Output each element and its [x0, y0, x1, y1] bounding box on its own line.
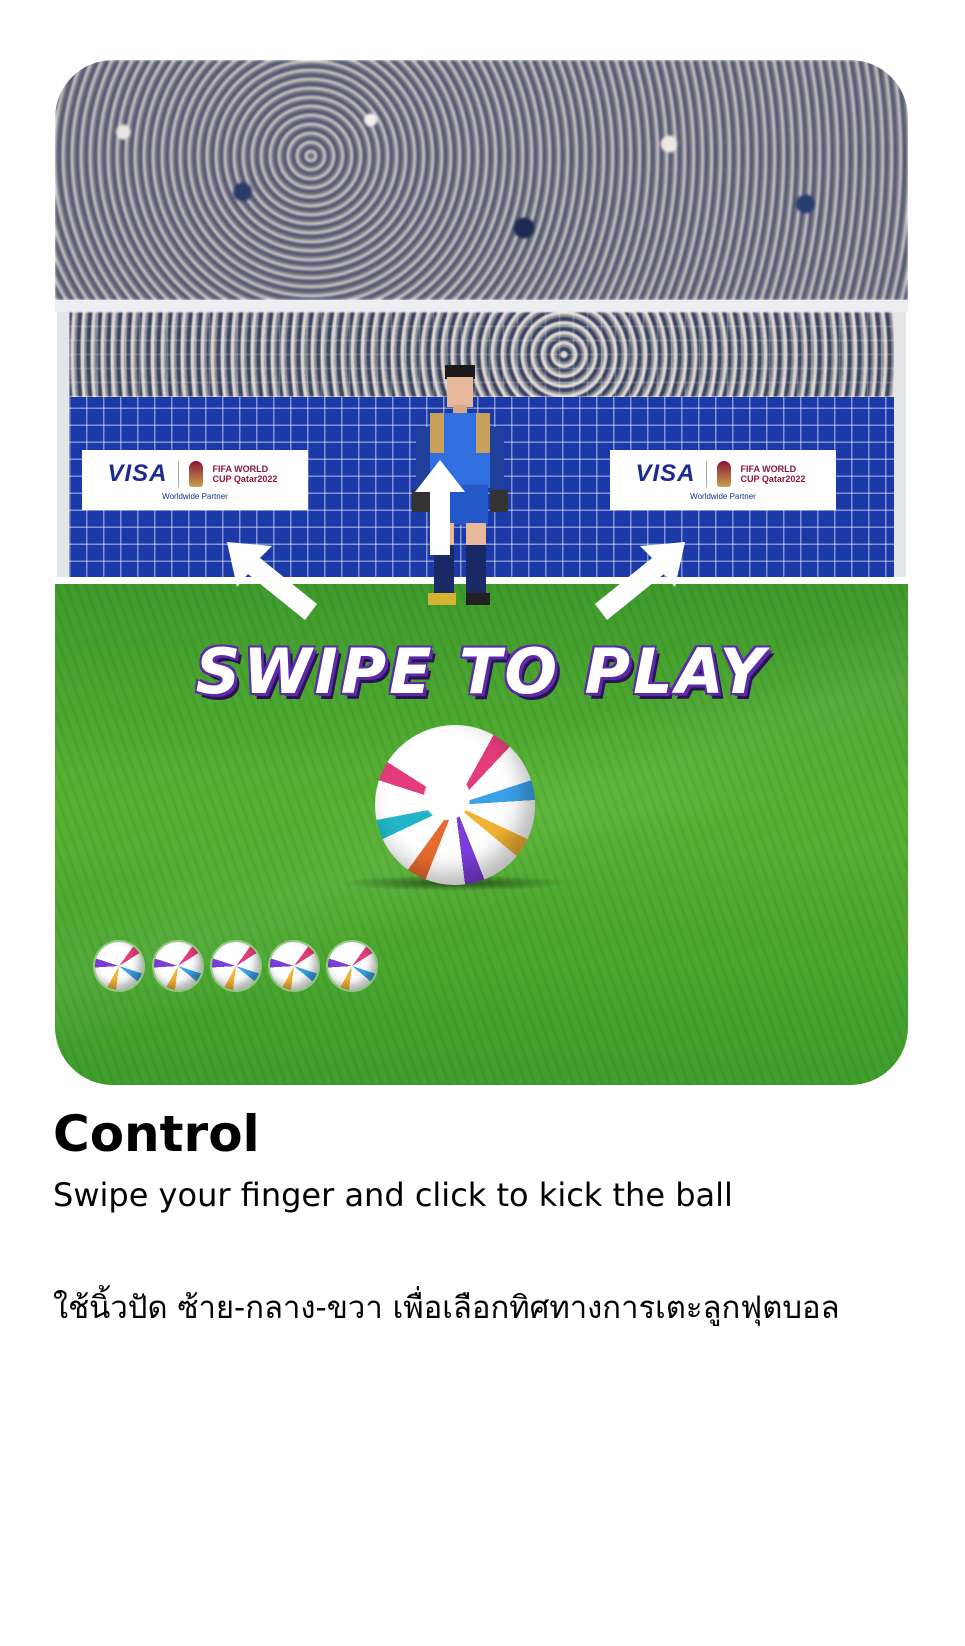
remaining-ball-icon: [212, 942, 260, 990]
arrow-up-right-icon: [595, 542, 685, 620]
remaining-ball-icon: [328, 942, 376, 990]
instruction-subtitle: Swipe your finger and click to kick the …: [53, 1176, 733, 1214]
partner-tagline: Worldwide Partner: [162, 491, 228, 501]
arrow-up-left-icon: [227, 542, 317, 620]
remaining-ball-icon: [154, 942, 202, 990]
stadium-crowd: [55, 60, 908, 300]
swipe-to-play-prompt: SWIPE TO PLAY: [195, 635, 768, 708]
partner-tagline: Worldwide Partner: [690, 491, 756, 501]
goal-crossbar: [55, 300, 908, 312]
visa-logo: VISA: [107, 459, 168, 487]
remaining-ball-icon: [270, 942, 318, 990]
sponsor-board-left: VISA FIFA WORLD CUP Qatar2022 Worldwide …: [82, 450, 308, 510]
remaining-ball-icon: [95, 942, 143, 990]
arrow-up-icon: [415, 460, 465, 555]
game-preview-card[interactable]: VISA FIFA WORLD CUP Qatar2022 Worldwide …: [55, 60, 908, 1085]
visa-logo: VISA: [635, 459, 696, 487]
page-title: Control: [53, 1105, 260, 1163]
soccer-ball-icon[interactable]: [375, 725, 535, 885]
world-cup-trophy-icon: [188, 460, 203, 487]
instruction-thai: ใช้นิ้วปัด ซ้าย-กลาง-ขวา เพื่อเลือกทิศทา…: [53, 1290, 840, 1326]
sponsor-board-right: VISA FIFA WORLD CUP Qatar2022 Worldwide …: [610, 450, 836, 510]
event-logo-text: FIFA WORLD CUP Qatar2022: [740, 463, 806, 484]
event-logo-text: FIFA WORLD CUP Qatar2022: [212, 463, 278, 484]
world-cup-trophy-icon: [716, 460, 731, 487]
